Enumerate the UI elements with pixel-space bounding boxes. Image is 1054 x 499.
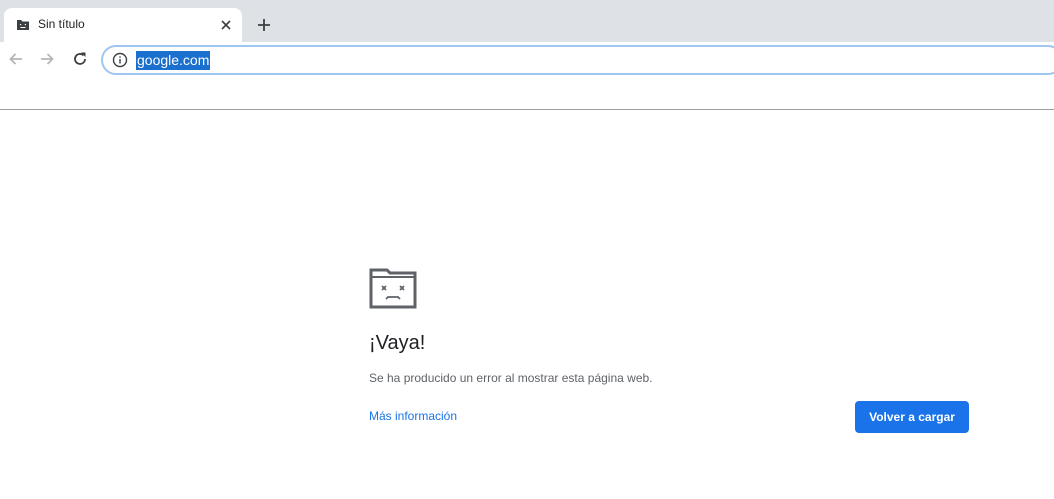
tab-title: Sin título [38,17,85,31]
back-arrow-icon[interactable] [7,50,25,68]
close-icon[interactable] [218,17,234,33]
sad-tab-icon [369,268,417,309]
sad-folder-icon [17,20,29,30]
url-text[interactable]: google.com [136,51,211,70]
reload-page-button[interactable]: Volver a cargar [855,401,969,433]
tab-sin-titulo[interactable]: Sin título [4,8,242,42]
tab-strip: Sin título [0,0,1054,42]
forward-arrow-icon[interactable] [38,50,56,68]
more-info-link[interactable]: Más información [369,409,457,423]
error-heading: ¡Vaya! [369,332,426,354]
address-bar[interactable]: google.com [101,45,1054,75]
error-message: Se ha producido un error al mostrar esta… [369,371,653,385]
reload-icon[interactable] [71,50,89,68]
browser-toolbar: google.com [0,42,1054,110]
plus-icon[interactable] [255,16,273,34]
info-icon[interactable] [112,52,128,68]
